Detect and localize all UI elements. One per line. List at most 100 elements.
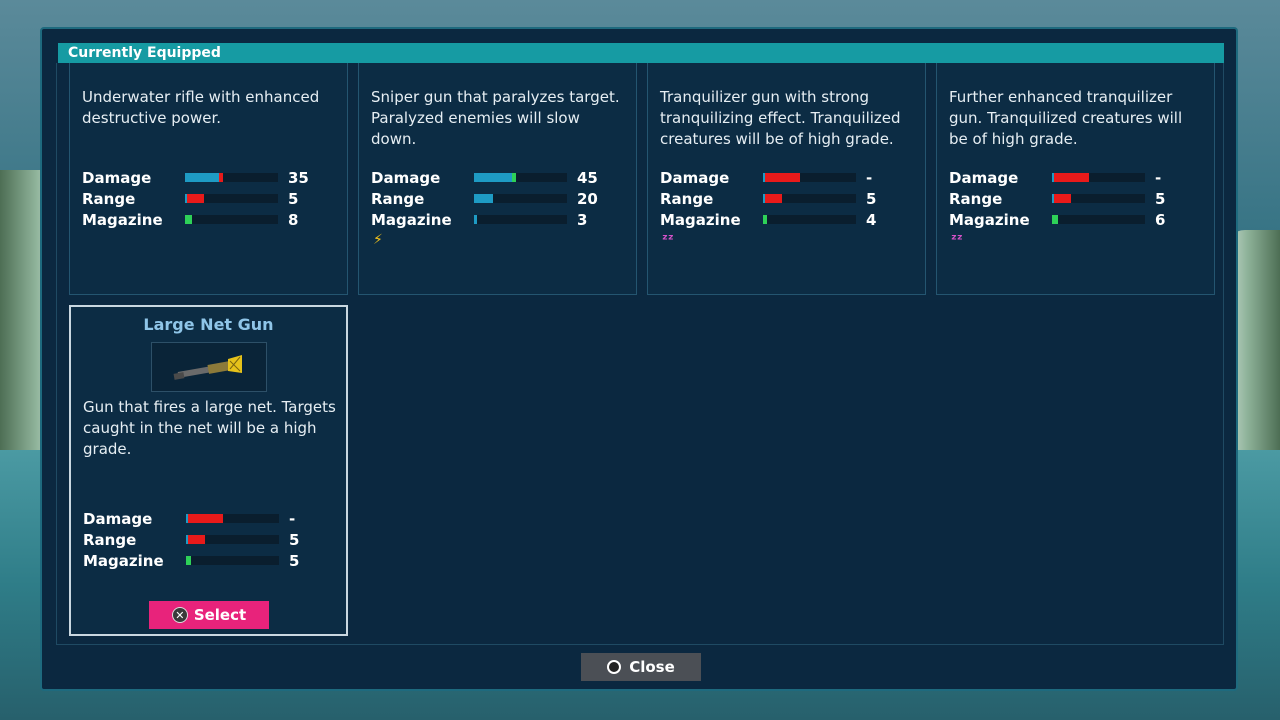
weapon-card-large-net-gun[interactable]: Large Net Gun Gun that fires a large net… (69, 305, 348, 636)
stat-bar (474, 173, 567, 182)
stat-bar (763, 194, 856, 203)
stat-list: Damage - Range 5 Magazine 6 (949, 167, 1199, 230)
stat-bar-fill (186, 535, 205, 544)
stat-label: Damage (83, 509, 153, 528)
stat-bar-fill (763, 173, 800, 182)
stat-bar (185, 194, 278, 203)
stat-bar-fill (1052, 173, 1089, 182)
stat-bar (763, 215, 856, 224)
stat-row-damage: Damage 45 (371, 167, 621, 188)
stat-row-magazine: Magazine 3 (371, 209, 621, 230)
stat-list: Damage 45 Range 20 Magazine 3 (371, 167, 621, 230)
close-label: Close (629, 658, 675, 676)
stat-row-damage: Damage - (949, 167, 1199, 188)
stat-bar (1052, 194, 1145, 203)
stat-label: Damage (660, 168, 730, 187)
stat-label: Range (660, 189, 714, 208)
stat-bar (1052, 173, 1145, 182)
stat-label: Range (949, 189, 1003, 208)
stat-bar-fill (474, 194, 493, 203)
stat-row-damage: Damage 35 (82, 167, 332, 188)
stat-row-magazine: Magazine 4 (660, 209, 910, 230)
stat-value: - (1155, 168, 1162, 187)
stat-bar-fill (185, 194, 204, 203)
stat-bar (474, 215, 567, 224)
close-button[interactable]: Close (581, 653, 701, 681)
stat-bar (763, 173, 856, 182)
stat-bar (185, 215, 278, 224)
stat-bar (186, 556, 279, 565)
stat-label: Magazine (949, 210, 1030, 229)
stat-list: Damage - Range 5 Magazine 5 (83, 508, 333, 571)
net-gun-image (150, 342, 267, 392)
stat-label: Range (371, 189, 425, 208)
stat-bar-fill (763, 194, 782, 203)
stat-value: 6 (1155, 210, 1166, 229)
sleep-icon: ᶻᶻ (951, 232, 963, 248)
weapon-name: Large Net Gun (143, 315, 274, 334)
weapon-card[interactable]: Further enhanced tranquilizer gun. Tranq… (936, 63, 1215, 295)
stat-value: 5 (866, 189, 877, 208)
stat-bar (185, 173, 278, 182)
stat-label: Magazine (660, 210, 741, 229)
window-title: Currently Equipped (58, 43, 1224, 63)
select-label: Select (193, 606, 247, 624)
card-description: Underwater rifle with enhanced destructi… (82, 88, 320, 127)
stat-value: 5 (288, 189, 299, 208)
stat-value: 3 (577, 210, 588, 229)
weapon-card[interactable]: Underwater rifle with enhanced destructi… (69, 63, 348, 295)
stat-bar (1052, 215, 1145, 224)
stat-value: - (289, 509, 296, 528)
stat-bar (474, 194, 567, 203)
card-description: Gun that fires a large net. Targets caug… (83, 398, 336, 458)
stat-value: - (866, 168, 873, 187)
stat-bar-fill (186, 556, 191, 565)
stat-list: Damage - Range 5 Magazine 4 (660, 167, 910, 230)
circle-button-icon (607, 660, 622, 674)
stat-row-damage: Damage - (660, 167, 910, 188)
stat-bar-fill (186, 514, 223, 523)
weapon-card[interactable]: Sniper gun that paralyzes target. Paraly… (358, 63, 637, 295)
stat-value: 4 (866, 210, 877, 229)
card-grid: Underwater rifle with enhanced destructi… (56, 63, 1224, 645)
stat-list: Damage 35 Range 5 Magazine 8 (82, 167, 332, 230)
card-description: Further enhanced tranquilizer gun. Tranq… (949, 88, 1183, 148)
sleep-icon: ᶻᶻ (662, 232, 674, 248)
stat-value: 8 (288, 210, 299, 229)
stat-label: Magazine (83, 551, 164, 570)
select-button[interactable]: ✕ Select (149, 601, 269, 629)
stat-value: 5 (289, 530, 300, 549)
stat-label: Range (82, 189, 136, 208)
stat-row-range: Range 5 (82, 188, 332, 209)
stat-row-range: Range 5 (83, 529, 333, 550)
stat-row-damage: Damage - (83, 508, 333, 529)
stat-label: Magazine (371, 210, 452, 229)
stat-row-range: Range 5 (949, 188, 1199, 209)
stat-value: 45 (577, 168, 598, 187)
stat-label: Damage (949, 168, 1019, 187)
lightning-icon: ⚡ (373, 232, 383, 248)
stat-label: Damage (371, 168, 441, 187)
stat-value: 35 (288, 168, 309, 187)
stat-row-range: Range 5 (660, 188, 910, 209)
stat-value: 20 (577, 189, 598, 208)
stat-bar-fill (763, 215, 767, 224)
stat-row-magazine: Magazine 8 (82, 209, 332, 230)
cross-button-icon: ✕ (171, 607, 188, 623)
stat-bar-fill (474, 215, 477, 224)
stat-bar-fill (185, 173, 223, 182)
stat-bar-fill (474, 173, 516, 182)
stat-label: Range (83, 530, 137, 549)
stat-value: 5 (1155, 189, 1166, 208)
stat-row-magazine: Magazine 6 (949, 209, 1199, 230)
stat-label: Damage (82, 168, 152, 187)
stat-row-range: Range 20 (371, 188, 621, 209)
card-description: Tranquilizer gun with strong tranquilizi… (660, 88, 901, 148)
stat-bar (186, 514, 279, 523)
weapon-card[interactable]: Tranquilizer gun with strong tranquilizi… (647, 63, 926, 295)
stat-row-magazine: Magazine 5 (83, 550, 333, 571)
stat-label: Magazine (82, 210, 163, 229)
stat-bar-fill (1052, 215, 1058, 224)
stat-bar-fill (1052, 194, 1071, 203)
card-description: Sniper gun that paralyzes target. Paraly… (371, 88, 620, 148)
